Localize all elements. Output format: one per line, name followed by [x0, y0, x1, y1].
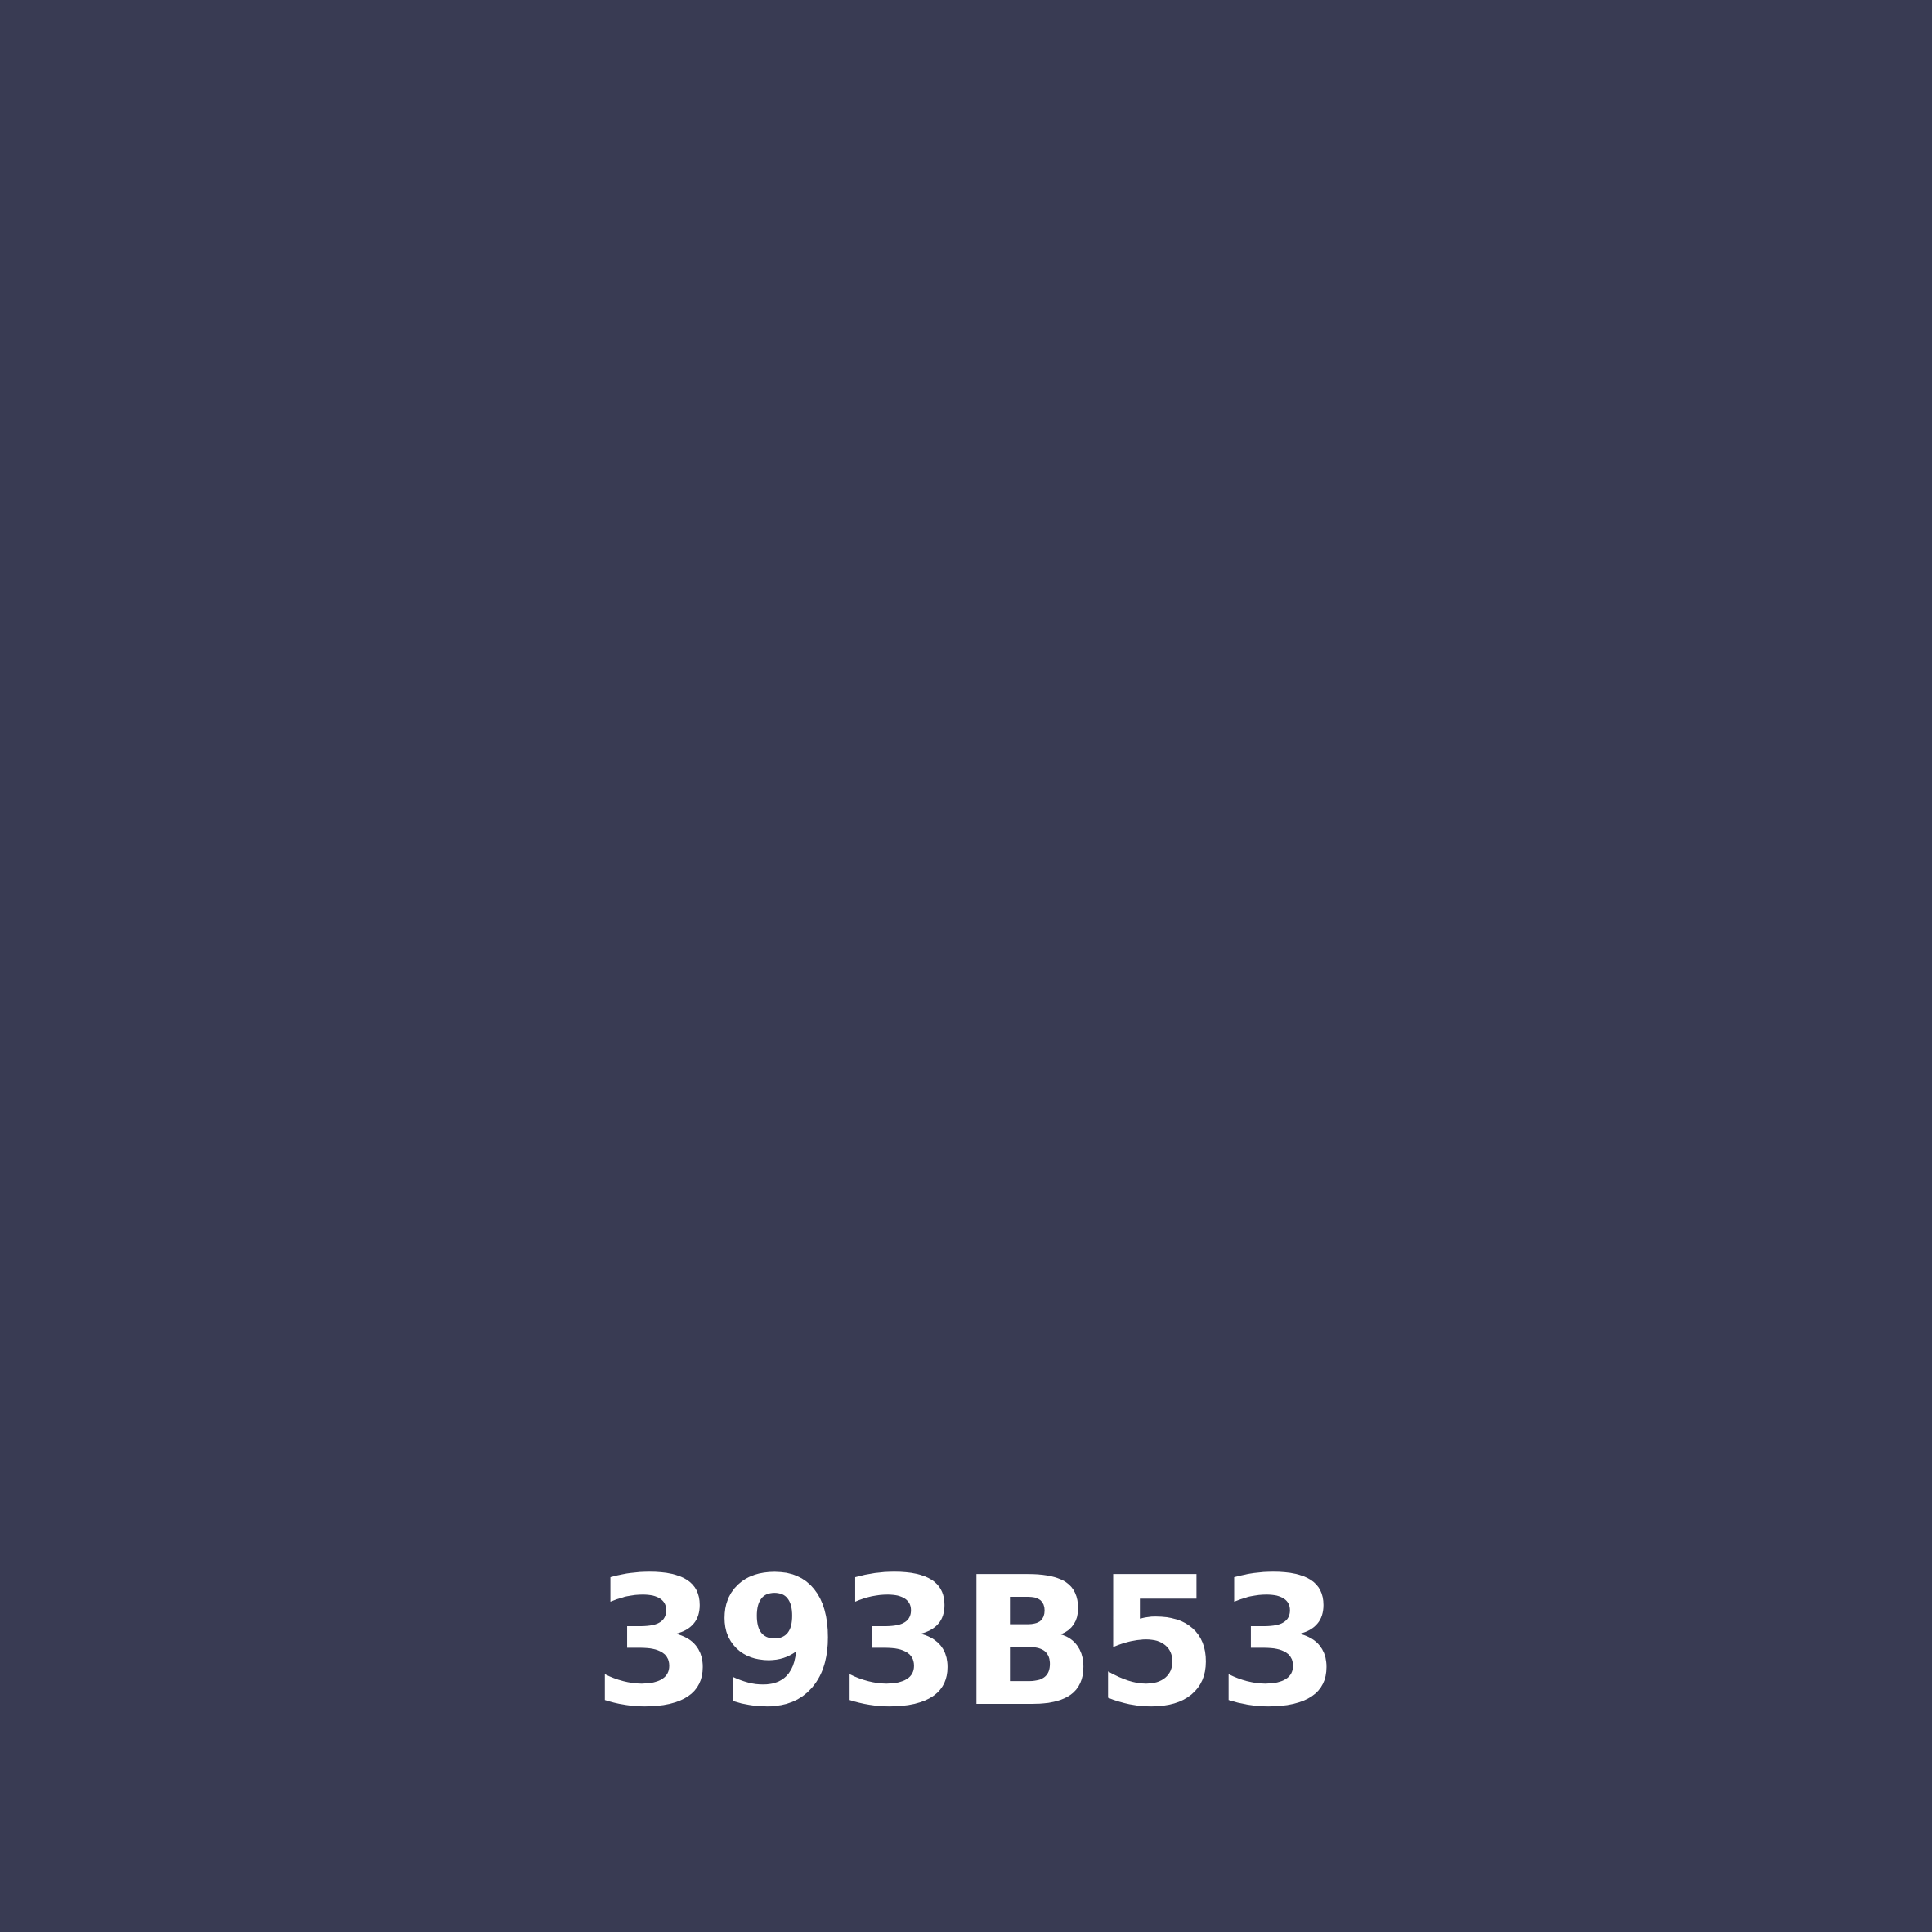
hex-code-label: 393B53 — [593, 1540, 1341, 1746]
color-swatch: 393B53 — [0, 0, 1932, 1932]
